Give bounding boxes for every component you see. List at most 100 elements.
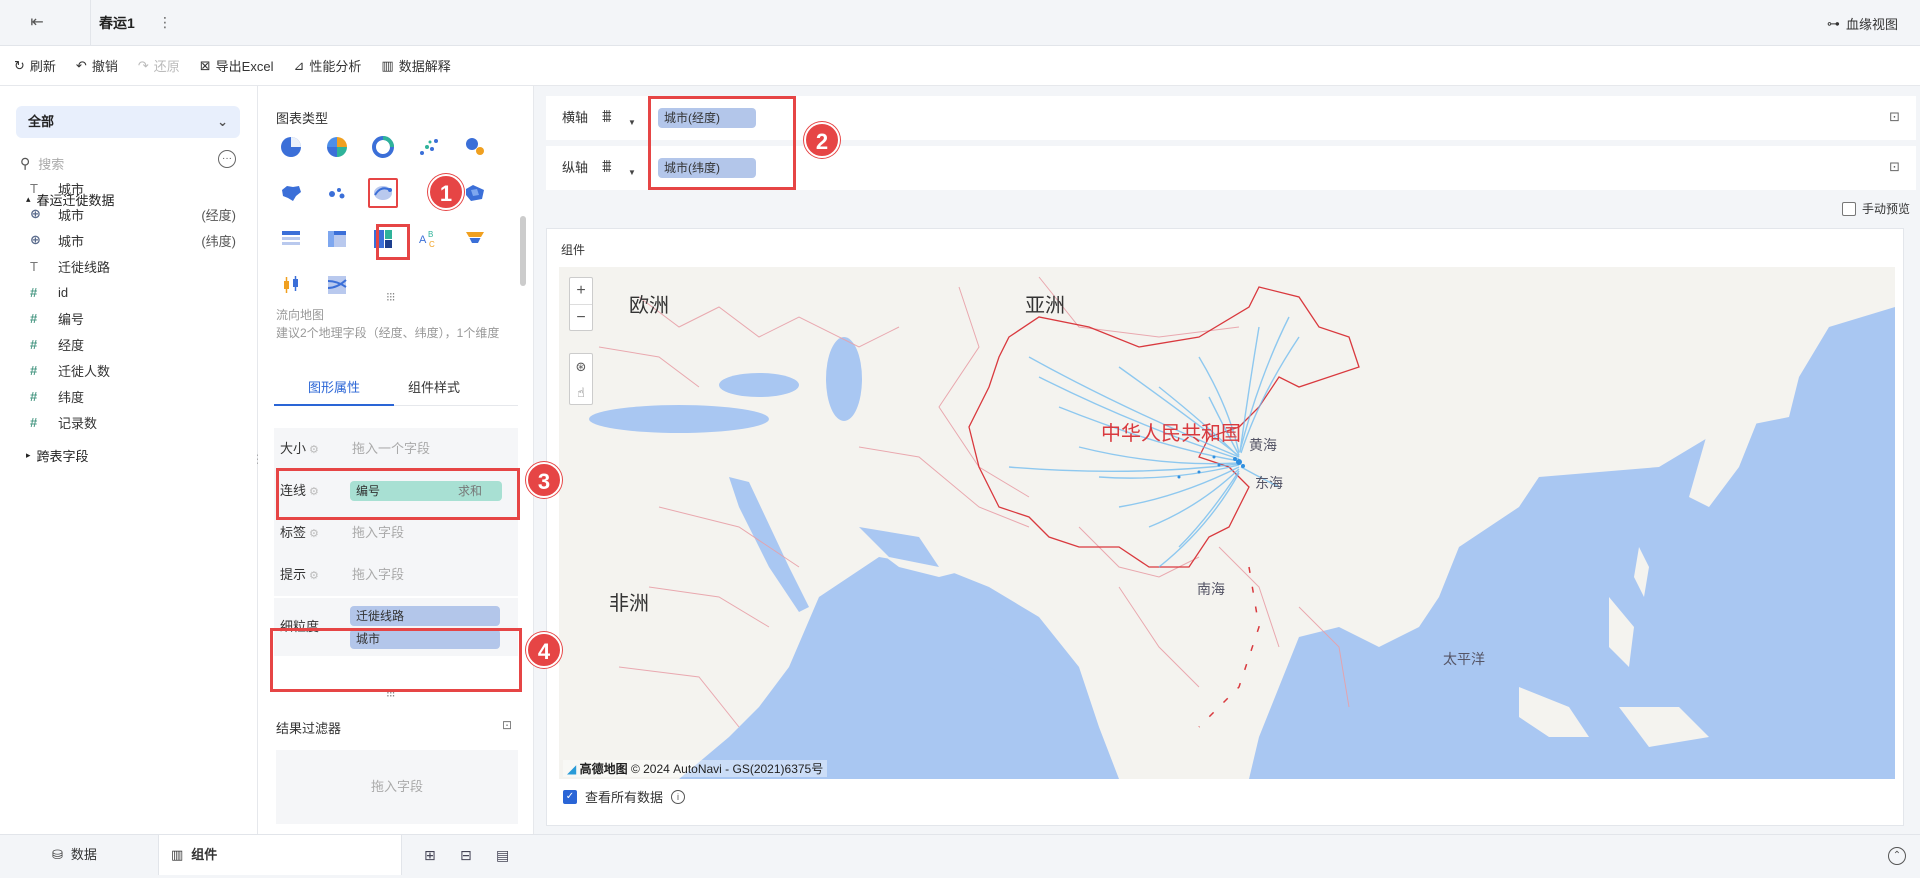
field-name: 编号 (58, 311, 85, 327)
map-label-africa: 非洲 (609, 593, 649, 615)
axis-type-icon[interactable]: ⩩ (602, 156, 612, 177)
annotation-badge-3: 3 (526, 462, 562, 498)
funnel-chart-icon[interactable] (460, 224, 490, 254)
dropdown-value: 全部 (28, 114, 55, 129)
box-plot-icon[interactable] (276, 270, 306, 300)
component-tab[interactable]: ▥ 组件 (158, 835, 402, 875)
lock-icon[interactable]: ⊡ (1889, 109, 1900, 125)
zoom-in-button[interactable]: + (570, 278, 592, 304)
tip-prop-row[interactable]: 提示 ⚙ 拖入字段 (274, 554, 518, 596)
region-map-icon[interactable] (276, 178, 306, 208)
chart-config-panel: 图表类型 ABC 流向地图 建议2个地理字段（经度、纬度），1个维度 ⁝⁝⁝ 图… (258, 86, 534, 834)
lasso-icon[interactable]: ⊛ (570, 354, 592, 380)
granularity-field-pill[interactable]: 迁徙线路 (350, 606, 500, 626)
field-item[interactable]: # 迁徙人数 (30, 360, 240, 380)
amap-logo-icon: ◢ (567, 762, 577, 776)
sankey-icon[interactable] (322, 270, 352, 300)
dataset-dropdown[interactable]: 全部 ⌄ (16, 106, 240, 138)
number-type-icon: # (30, 414, 38, 430)
zoom-control: + − (569, 277, 593, 331)
search-input[interactable]: ⚲ 搜索 (20, 150, 220, 176)
add-component-icon[interactable]: ⊞ (424, 847, 436, 864)
annotation-box-3 (276, 468, 520, 520)
gear-icon: ⚙ (309, 528, 319, 540)
text-type-icon: T (30, 258, 38, 274)
tip-drop-zone[interactable]: 拖入字段 (352, 554, 404, 596)
fields-panel: 全部 ⌄ ⚲ 搜索 ··· ▴ 春运迁徙数据 T 城市 ⊕ 城市 (经度) ⊕ 城市 (纬… (0, 86, 264, 834)
tab-more-icon[interactable]: ⋮ (158, 14, 172, 31)
resize-handle[interactable]: ⁝⁝⁝ (386, 290, 396, 304)
size-drop-zone[interactable]: 拖入一个字段 (352, 428, 430, 470)
field-item[interactable]: ⊕ 城市 (纬度) (30, 230, 240, 250)
axis-type-icon[interactable]: ⩩ (602, 106, 612, 127)
flow-map[interactable]: 欧洲 亚洲 非洲 中华人民共和国 黄海 东海 南海 太平洋 + − ⊛ ☝ ◢ … (559, 267, 1895, 779)
data-explain-button[interactable]: ▥ 数据解释 (381, 56, 450, 75)
bubble-chart-icon[interactable] (460, 132, 490, 162)
refresh-button[interactable]: ↻ 刷新 (14, 56, 56, 75)
exit-icon[interactable]: ⇤ (26, 12, 48, 34)
chart-desc-body: 建议2个地理字段（经度、纬度），1个维度 (276, 326, 500, 340)
field-item[interactable]: T 迁徙线路 (30, 256, 240, 276)
lock-icon[interactable]: ⊡ (502, 718, 512, 732)
export-excel-button[interactable]: ⊠ 导出Excel (200, 56, 274, 75)
field-name: 经度 (58, 337, 85, 353)
annotation-box-4 (270, 628, 522, 692)
add-report-icon[interactable]: ▤ (496, 847, 509, 864)
field-item[interactable]: T 城市 (30, 178, 240, 198)
caret-down-icon[interactable]: ▼ (628, 168, 636, 177)
toolbar: ↻ 刷新 ↶ 撤销 ↷ 还原 ⊠ 导出Excel ⊿ 性能分析 ▥ 数据解释 (0, 46, 1920, 86)
number-type-icon: # (30, 336, 38, 352)
map-canvas (559, 267, 1895, 779)
field-item[interactable]: # id (30, 282, 240, 302)
flow-map-icon[interactable] (368, 178, 398, 208)
field-item[interactable]: # 编号 (30, 308, 240, 328)
field-name: 城市 (58, 207, 85, 223)
checkbox[interactable] (1841, 201, 1856, 216)
field-name: 城市 (58, 181, 85, 197)
globe-icon: ⊕ (30, 232, 41, 247)
scrollbar[interactable] (520, 216, 526, 286)
lock-icon[interactable]: ⊡ (1889, 159, 1900, 175)
tab-component-style[interactable]: 组件样式 (374, 370, 494, 406)
top-bar: ⇤ 春运1 ⋮ ⊶ 血缘视图 (0, 0, 1920, 46)
field-item[interactable]: # 记录数 (30, 412, 240, 432)
point-map-icon[interactable] (322, 178, 352, 208)
tab-title[interactable]: 春运1 (90, 0, 143, 46)
donut-chart-icon[interactable] (368, 132, 398, 162)
field-item[interactable]: # 经度 (30, 334, 240, 354)
data-tab[interactable]: ⛁ 数据 (40, 835, 109, 875)
pivot-table-icon[interactable] (322, 224, 352, 254)
redo-button[interactable]: ↷ 还原 (138, 56, 180, 75)
lineage-view-button[interactable]: ⊶ 血缘视图 (1827, 14, 1898, 33)
gear-icon: ⚙ (309, 570, 319, 582)
view-all-data-toggle[interactable]: ✓ 查看所有数据 i (563, 787, 686, 806)
manual-preview-toggle[interactable]: 手动预览 (1841, 200, 1910, 217)
bottom-bar: ⛁ 数据 ▥ 组件 ⊞ ⊟ ▤ ⌃ (0, 834, 1920, 878)
undo-button[interactable]: ↶ 撤销 (76, 56, 118, 75)
view-all-data-label: 查看所有数据 (585, 790, 664, 805)
x-axis-label: 横轴 (562, 110, 589, 125)
heat-map-icon[interactable] (460, 178, 490, 208)
perf-analysis-button[interactable]: ⊿ 性能分析 (293, 56, 361, 75)
field-item[interactable]: ⊕ 城市 (经度) (30, 204, 240, 224)
cross-table-node[interactable]: ▸ 跨表字段 (26, 446, 89, 465)
y-axis-label: 纵轴 (562, 160, 589, 175)
checkbox-checked[interactable]: ✓ (563, 789, 577, 804)
rose-chart-icon[interactable] (322, 132, 352, 162)
hand-icon[interactable]: ☝ (570, 380, 592, 406)
result-filter-drop-zone[interactable]: 拖入字段 (276, 750, 518, 824)
detail-table-icon[interactable] (276, 224, 306, 254)
more-options-icon[interactable]: ··· (218, 150, 236, 168)
caret-down-icon[interactable]: ▼ (628, 118, 636, 127)
zoom-out-button[interactable]: − (570, 304, 592, 330)
word-cloud-icon[interactable]: ABC (414, 224, 444, 254)
map-label-east-sea: 东海 (1255, 475, 1283, 491)
info-icon[interactable]: i (671, 789, 686, 804)
size-prop-row[interactable]: 大小 ⚙ 拖入一个字段 (274, 428, 518, 470)
field-item[interactable]: # 纬度 (30, 386, 240, 406)
annotation-badge-2: 2 (804, 122, 840, 158)
add-dashboard-icon[interactable]: ⊟ (460, 847, 472, 864)
collapse-icon[interactable]: ⌃ (1888, 847, 1906, 865)
pie-chart-icon[interactable] (276, 132, 306, 162)
scatter-chart-icon[interactable] (414, 132, 444, 162)
